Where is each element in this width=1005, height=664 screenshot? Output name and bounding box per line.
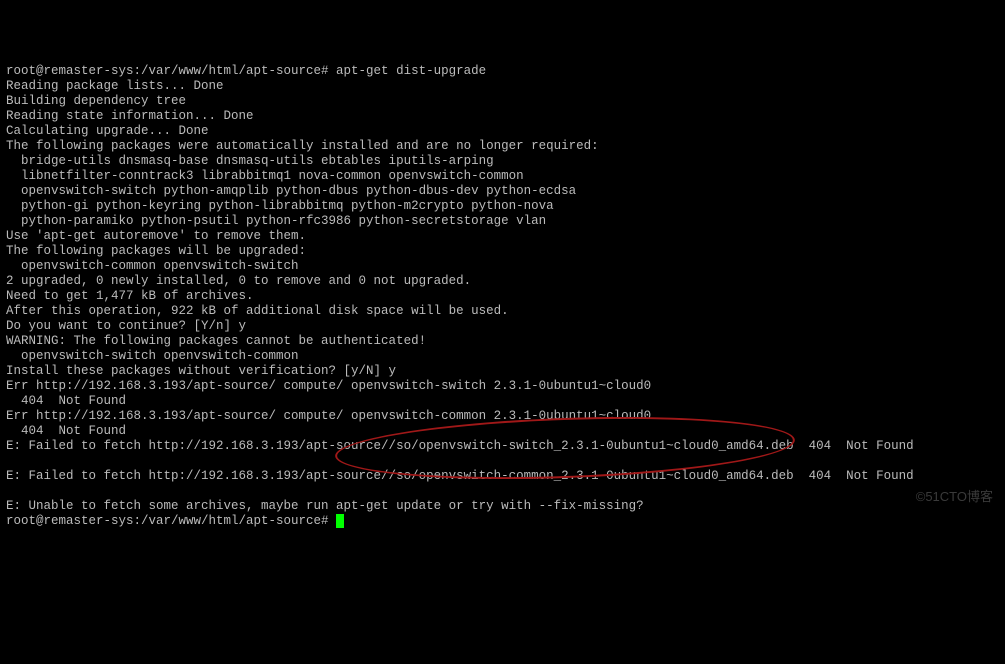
terminal-line: After this operation, 922 kB of addition…: [6, 304, 999, 319]
terminal-line: Do you want to continue? [Y/n] y: [6, 319, 999, 334]
terminal-line: E: Failed to fetch http://192.168.3.193/…: [6, 469, 999, 484]
terminal-line: Reading state information... Done: [6, 109, 999, 124]
terminal-line: openvswitch-switch openvswitch-common: [6, 349, 999, 364]
terminal-line: openvswitch-switch python-amqplib python…: [6, 184, 999, 199]
prompt-line[interactable]: root@remaster-sys:/var/www/html/apt-sour…: [6, 514, 999, 529]
terminal-line: 2 upgraded, 0 newly installed, 0 to remo…: [6, 274, 999, 289]
watermark: ©51CTO博客: [916, 489, 993, 504]
terminal-line: bridge-utils dnsmasq-base dnsmasq-utils …: [6, 154, 999, 169]
terminal-output: root@remaster-sys:/var/www/html/apt-sour…: [6, 64, 999, 514]
terminal-line: Calculating upgrade... Done: [6, 124, 999, 139]
terminal-line: Need to get 1,477 kB of archives.: [6, 289, 999, 304]
terminal-line: Err http://192.168.3.193/apt-source/ com…: [6, 379, 999, 394]
terminal-line: python-gi python-keyring python-librabbi…: [6, 199, 999, 214]
terminal-line: openvswitch-common openvswitch-switch: [6, 259, 999, 274]
cursor: [336, 514, 344, 528]
terminal-line: Reading package lists... Done: [6, 79, 999, 94]
terminal-line: E: Failed to fetch http://192.168.3.193/…: [6, 439, 999, 454]
terminal-line: Install these packages without verificat…: [6, 364, 999, 379]
terminal-line: libnetfilter-conntrack3 librabbitmq1 nov…: [6, 169, 999, 184]
terminal-line: [6, 454, 999, 469]
terminal-line: Err http://192.168.3.193/apt-source/ com…: [6, 409, 999, 424]
terminal-line: python-paramiko python-psutil python-rfc…: [6, 214, 999, 229]
terminal-line: The following packages will be upgraded:: [6, 244, 999, 259]
terminal-line: WARNING: The following packages cannot b…: [6, 334, 999, 349]
terminal-line: 404 Not Found: [6, 424, 999, 439]
terminal-line: 404 Not Found: [6, 394, 999, 409]
terminal-line: root@remaster-sys:/var/www/html/apt-sour…: [6, 64, 999, 79]
shell-prompt: root@remaster-sys:/var/www/html/apt-sour…: [6, 514, 336, 528]
terminal-line: [6, 484, 999, 499]
terminal-line: Use 'apt-get autoremove' to remove them.: [6, 229, 999, 244]
terminal-line: Building dependency tree: [6, 94, 999, 109]
terminal-line: The following packages were automaticall…: [6, 139, 999, 154]
terminal-line: E: Unable to fetch some archives, maybe …: [6, 499, 999, 514]
